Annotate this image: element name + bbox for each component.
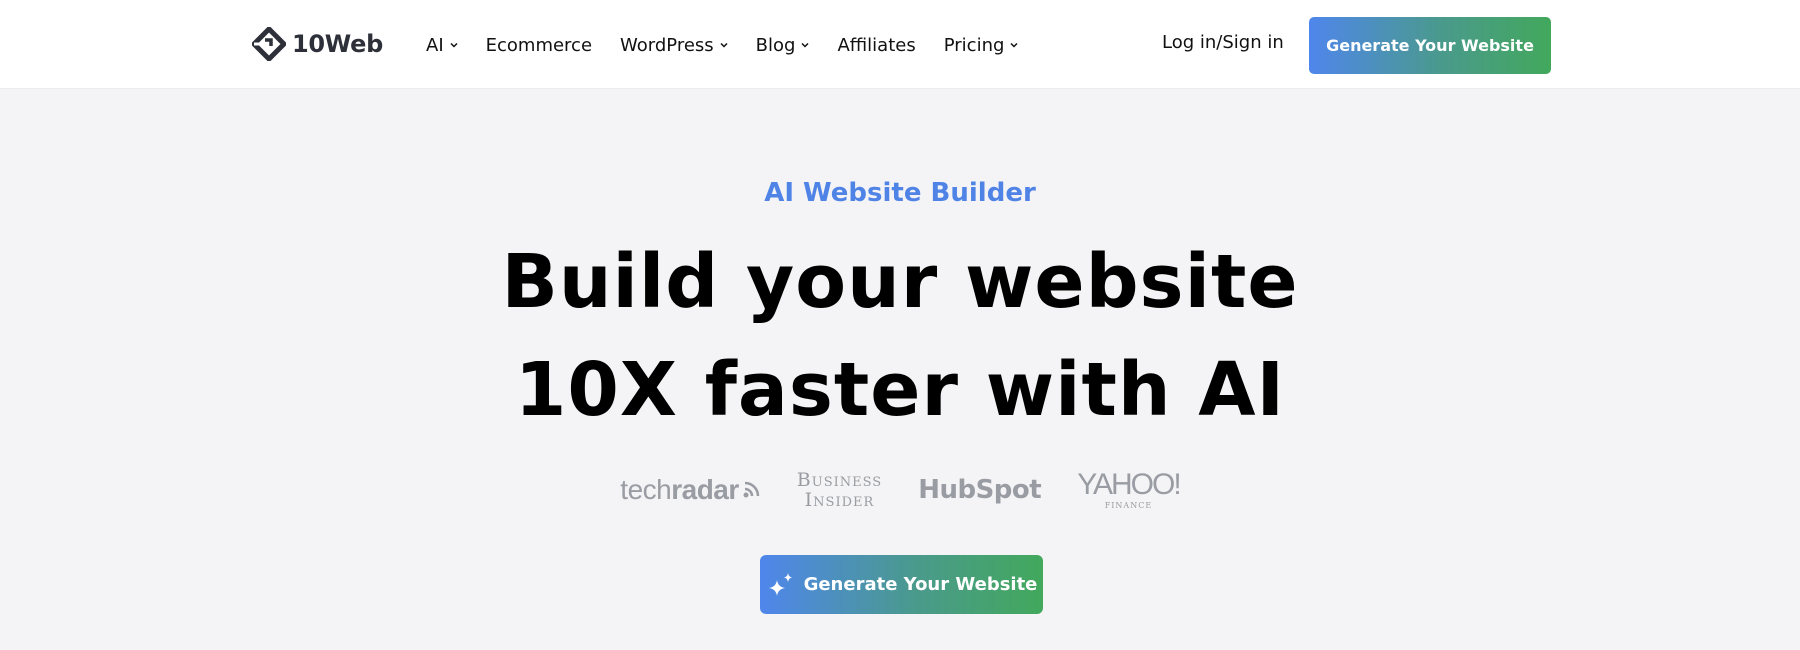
nav-item-wordpress[interactable]: WordPress [620,35,728,56]
press-logos: tech radar Business Insider HubSpot YAHOO… [0,466,1800,514]
headline-line-1: Build your website [501,239,1299,325]
nav-item-ai[interactable]: AI [426,35,458,56]
yahoo-finance-logo: YAHOO! FINANCE [1077,468,1181,510]
chevron-down-icon [720,42,728,48]
cta-label: Generate Your Website [803,574,1038,595]
10web-logo-icon [252,27,286,61]
hero-headline: Build your website 10X faster with AI [0,228,1800,444]
techradar-text-a: tech [620,474,672,505]
generate-website-hero-button[interactable]: Generate Your Website [760,555,1043,614]
nav-item-label: AI [426,34,444,56]
nav-item-ecommerce[interactable]: Ecommerce [486,35,592,56]
nav-item-label: Blog [755,34,796,56]
signal-icon [743,481,760,498]
logo-text: 10Web [292,30,383,58]
nav-item-affiliates[interactable]: Affiliates [837,35,915,56]
business-insider-logo: Business Insider [797,470,882,510]
hubspot-logo: HubSpot [918,475,1042,505]
techradar-text-b: radar [671,474,739,505]
nav-item-blog[interactable]: Blog [756,35,810,56]
sparkles-icon [768,572,792,596]
chevron-down-icon [1010,42,1018,48]
nav-item-label: Ecommerce [485,34,593,56]
hero-eyebrow: AI Website Builder [764,178,1036,208]
yahoo-text: YAHOO! [1077,468,1181,501]
login-link[interactable]: Log in/Sign in [1162,32,1284,53]
finance-text: FINANCE [1104,501,1153,510]
nav-item-pricing[interactable]: Pricing [944,35,1019,56]
nav-item-label: Pricing [943,34,1005,56]
chevron-down-icon [450,42,458,48]
nav-item-label: WordPress [620,34,714,56]
headline-line-2: 10X faster with AI [514,347,1286,433]
nav-item-label: Affiliates [837,34,916,56]
main-nav: AI Ecommerce WordPress Blog Affiliates P… [426,30,1046,60]
chevron-down-icon [801,42,809,48]
generate-website-header-button[interactable]: Generate Your Website [1309,17,1551,74]
logo-link[interactable]: 10Web [252,26,383,62]
site-header: 10Web AI Ecommerce WordPress Blog Affili… [0,0,1800,89]
bi-line-2: Insider [804,489,875,511]
bi-line-1: Business [796,469,883,491]
techradar-logo: tech radar [620,474,760,506]
